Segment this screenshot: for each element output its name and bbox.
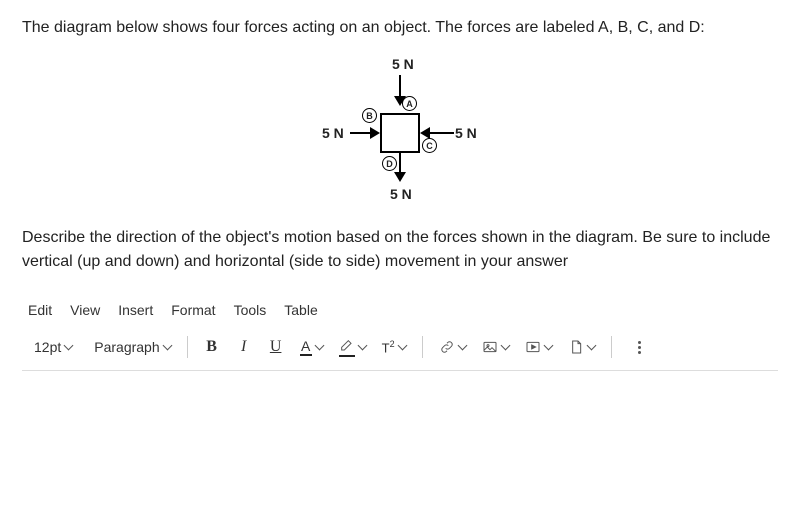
chevron-down-icon xyxy=(397,341,407,351)
object-box xyxy=(380,113,420,153)
force-bottom-letter: D xyxy=(386,159,393,169)
bold-button[interactable]: B xyxy=(198,334,226,360)
chevron-down-icon xyxy=(586,341,596,351)
highlight-bar xyxy=(339,355,355,357)
underline-button[interactable]: U xyxy=(262,334,290,360)
fontsize-label: 12pt xyxy=(34,339,61,355)
force-top-value: 5 N xyxy=(392,56,414,72)
chevron-down-icon xyxy=(357,341,367,351)
toolbar-divider xyxy=(187,336,188,358)
force-right-letter: C xyxy=(426,141,433,151)
force-right-arrow xyxy=(430,132,454,134)
media-icon xyxy=(525,339,541,355)
media-button[interactable] xyxy=(519,334,558,360)
fontsize-select[interactable]: 12pt xyxy=(28,334,78,360)
toolbar-divider xyxy=(611,336,612,358)
document-button[interactable] xyxy=(562,334,601,360)
chevron-down-icon xyxy=(500,341,510,351)
force-bottom-value: 5 N xyxy=(390,186,412,202)
chevron-down-icon xyxy=(457,341,467,351)
question-intro: The diagram below shows four forces acti… xyxy=(22,16,778,40)
link-button[interactable] xyxy=(433,334,472,360)
fontcolor-icon: A xyxy=(300,339,312,356)
pen-icon xyxy=(339,338,355,354)
menu-tools[interactable]: Tools xyxy=(234,302,267,318)
link-icon xyxy=(439,339,455,355)
force-top-letter: A xyxy=(406,99,413,109)
fontcolor-bar xyxy=(300,354,312,356)
more-button[interactable] xyxy=(622,334,650,360)
more-icon xyxy=(638,341,641,354)
image-icon xyxy=(482,339,498,355)
editor-menubar: Edit View Insert Format Tools Table xyxy=(22,302,778,318)
toolbar-divider xyxy=(422,336,423,358)
chevron-down-icon xyxy=(543,341,553,351)
force-left-letter-circle: B xyxy=(362,108,377,123)
menu-view[interactable]: View xyxy=(70,302,100,318)
chevron-down-icon xyxy=(314,341,324,351)
superscript-icon: T2 xyxy=(382,339,395,355)
image-button[interactable] xyxy=(476,334,515,360)
chevron-down-icon xyxy=(162,341,172,351)
force-left-value: 5 N xyxy=(322,125,344,141)
force-top-letter-circle: A xyxy=(402,96,417,111)
force-left-letter: B xyxy=(366,111,373,121)
document-icon xyxy=(568,339,584,355)
diagram-area: 5 N A 5 N B 5 N C D 5 N xyxy=(22,58,778,208)
chevron-down-icon xyxy=(64,341,74,351)
menu-edit[interactable]: Edit xyxy=(28,302,52,318)
fontcolor-button[interactable]: A xyxy=(294,334,329,360)
highlight-icon xyxy=(339,338,355,357)
menu-format[interactable]: Format xyxy=(171,302,215,318)
question-prompt: Describe the direction of the object's m… xyxy=(22,226,778,274)
force-left-arrowhead xyxy=(370,127,380,139)
force-bottom-letter-circle: D xyxy=(382,156,397,171)
force-right-value: 5 N xyxy=(455,125,477,141)
blocktype-select[interactable]: Paragraph xyxy=(88,334,176,360)
menu-insert[interactable]: Insert xyxy=(118,302,153,318)
force-diagram: 5 N A 5 N B 5 N C D 5 N xyxy=(290,58,510,208)
force-bottom-arrowhead xyxy=(394,172,406,182)
force-right-letter-circle: C xyxy=(422,138,437,153)
blocktype-label: Paragraph xyxy=(94,339,159,355)
menu-table[interactable]: Table xyxy=(284,302,317,318)
fontcolor-a: A xyxy=(301,339,310,353)
highlight-button[interactable] xyxy=(333,334,372,360)
editor-toolbar: 12pt Paragraph B I U A T2 xyxy=(22,330,778,371)
italic-button[interactable]: I xyxy=(230,334,258,360)
superscript-button[interactable]: T2 xyxy=(376,334,412,360)
